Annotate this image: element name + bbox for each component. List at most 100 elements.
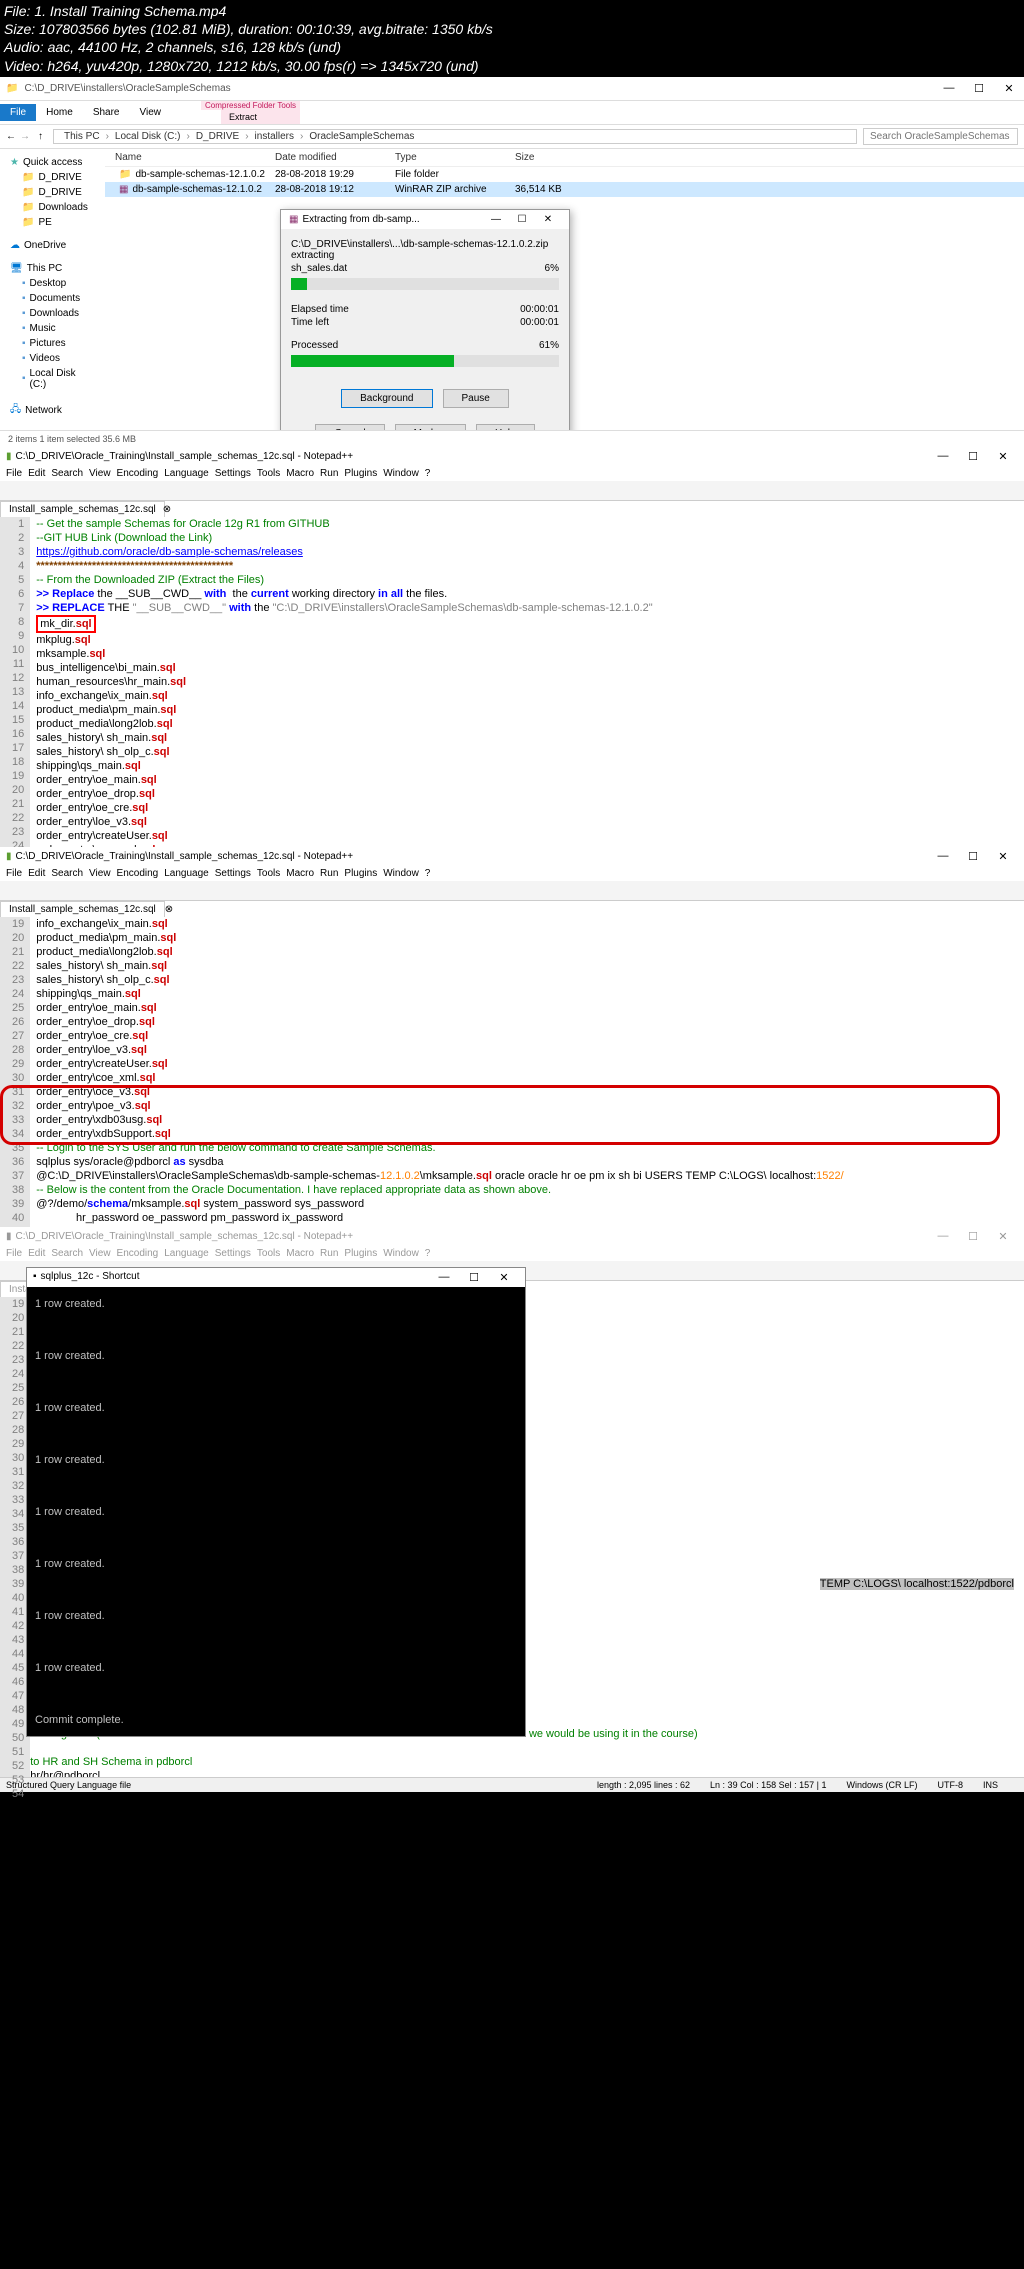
sidebar-item[interactable]: ▪Music [6,321,99,336]
menu-item[interactable]: ? [425,468,431,479]
sidebar-network[interactable]: 🖧Network [6,400,99,421]
menu-item[interactable]: Macro [286,868,314,879]
ribbon-extract[interactable]: Extract [221,110,300,124]
breadcrumb-segment[interactable]: installers [249,131,300,142]
nav-forward-icon[interactable]: → [16,131,34,142]
sidebar-onedrive[interactable]: ☁OneDrive [6,238,99,253]
sidebar-quick-access[interactable]: ★Quick access [6,155,99,170]
minimize-button[interactable]: — [928,1230,958,1243]
menu-bar[interactable]: File Edit Search View Encoding Language Settin… [0,466,1024,481]
file-row[interactable]: ▦db-sample-schemas-12.1.0.228-08-2018 19… [105,182,1024,197]
toolbar[interactable] [0,881,1024,901]
menu-item[interactable]: Window [383,468,419,479]
ribbon-share[interactable]: Share [83,104,130,121]
menu-item[interactable]: File [6,1248,22,1259]
sidebar-thispc[interactable]: 🖥This PC [6,261,99,276]
menu-item[interactable]: File [6,468,22,479]
tab-close-icon[interactable]: ⊗ [165,904,173,915]
menu-item[interactable]: Tools [257,1248,280,1259]
menu-item[interactable]: Edit [28,868,45,879]
dialog-close[interactable]: ✕ [535,214,561,225]
search-input[interactable] [863,128,1018,145]
menu-item[interactable]: Language [164,1248,209,1259]
menu-item[interactable]: Language [164,868,209,879]
menu-item[interactable]: Encoding [117,468,159,479]
menu-item[interactable]: Tools [257,868,280,879]
breadcrumb-segment[interactable]: This PC [58,131,106,142]
file-row[interactable]: 📁db-sample-schemas-12.1.0.228-08-2018 19… [105,167,1024,182]
term-minimize[interactable]: — [429,1271,459,1284]
menu-item[interactable]: Settings [215,1248,251,1259]
sidebar-item[interactable]: ▪Downloads [6,306,99,321]
maximize-button[interactable]: ☐ [958,850,988,863]
close-button[interactable]: ✕ [988,450,1018,463]
maximize-button[interactable]: ☐ [958,1230,988,1243]
menu-item[interactable]: Plugins [344,468,377,479]
menu-item[interactable]: View [89,468,111,479]
menu-item[interactable]: Plugins [344,868,377,879]
menu-item[interactable]: Settings [215,868,251,879]
menu-item[interactable]: View [89,868,111,879]
col-type[interactable]: Type [395,152,515,163]
minimize-button[interactable]: — [928,450,958,463]
menu-item[interactable]: Search [51,868,83,879]
col-name[interactable]: Name [105,152,275,163]
breadcrumb-segment[interactable]: OracleSampleSchemas [303,131,420,142]
menu-item[interactable]: Macro [286,1248,314,1259]
sidebar-item[interactable]: ▪Desktop [6,276,99,291]
menu-item[interactable]: Search [51,1248,83,1259]
pause-button[interactable]: Pause [443,389,509,408]
menu-item[interactable]: Run [320,868,338,879]
menu-item[interactable]: Window [383,1248,419,1259]
sqlplus-terminal[interactable]: ▪ sqlplus_12c - Shortcut — ☐ ✕ 1 row cre… [26,1267,526,1737]
breadcrumb-segment[interactable]: Local Disk (C:) [109,131,187,142]
term-close[interactable]: ✕ [489,1271,519,1284]
nav-back-icon[interactable]: ← [6,131,16,142]
sidebar-item[interactable]: 📁D_DRIVE [6,170,99,185]
ribbon-file[interactable]: File [0,104,36,121]
close-button[interactable]: ✕ [994,82,1024,95]
menu-item[interactable]: File [6,868,22,879]
sidebar-item[interactable]: 📁PE [6,215,99,230]
menu-item[interactable]: Macro [286,468,314,479]
nav-up-icon[interactable]: ↑ [34,131,47,142]
dialog-minimize[interactable]: — [483,214,509,225]
menu-item[interactable]: Encoding [117,1248,159,1259]
sidebar-item[interactable]: ▪Local Disk (C:) [6,366,99,392]
toolbar[interactable] [0,481,1024,501]
breadcrumb-segment[interactable]: D_DRIVE [190,131,245,142]
dialog-maximize[interactable]: ☐ [509,214,535,225]
close-button[interactable]: ✕ [988,850,1018,863]
menu-item[interactable]: Tools [257,468,280,479]
menu-item[interactable]: Window [383,868,419,879]
menu-item[interactable]: Settings [215,468,251,479]
ribbon-view[interactable]: View [130,104,172,121]
file-tab[interactable]: Install_sample_schemas_12c.sql [0,501,165,517]
background-button[interactable]: Background [341,389,432,408]
ribbon-home[interactable]: Home [36,104,83,121]
menu-item[interactable]: Encoding [117,868,159,879]
menu-item[interactable]: Language [164,468,209,479]
menu-bar[interactable]: File Edit Search View Encoding Language Settin… [0,1246,1024,1261]
sidebar-item[interactable]: 📁D_DRIVE [6,185,99,200]
menu-item[interactable]: Edit [28,1248,45,1259]
menu-item[interactable]: Search [51,468,83,479]
minimize-button[interactable]: — [934,82,964,95]
close-button[interactable]: ✕ [988,1230,1018,1243]
menu-item[interactable]: View [89,1248,111,1259]
col-date[interactable]: Date modified [275,152,395,163]
menu-item[interactable]: Plugins [344,1248,377,1259]
col-size[interactable]: Size [515,152,595,163]
sidebar-item[interactable]: ▪Documents [6,291,99,306]
minimize-button[interactable]: — [928,850,958,863]
term-maximize[interactable]: ☐ [459,1271,489,1284]
tab-close-icon[interactable]: ⊗ [163,504,171,515]
menu-item[interactable]: ? [425,1248,431,1259]
sidebar-item[interactable]: ▪Pictures [6,336,99,351]
sidebar-item[interactable]: ▪Videos [6,351,99,366]
menu-item[interactable]: ? [425,868,431,879]
maximize-button[interactable]: ☐ [964,82,994,95]
menu-item[interactable]: Run [320,468,338,479]
menu-item[interactable]: Edit [28,468,45,479]
maximize-button[interactable]: ☐ [958,450,988,463]
